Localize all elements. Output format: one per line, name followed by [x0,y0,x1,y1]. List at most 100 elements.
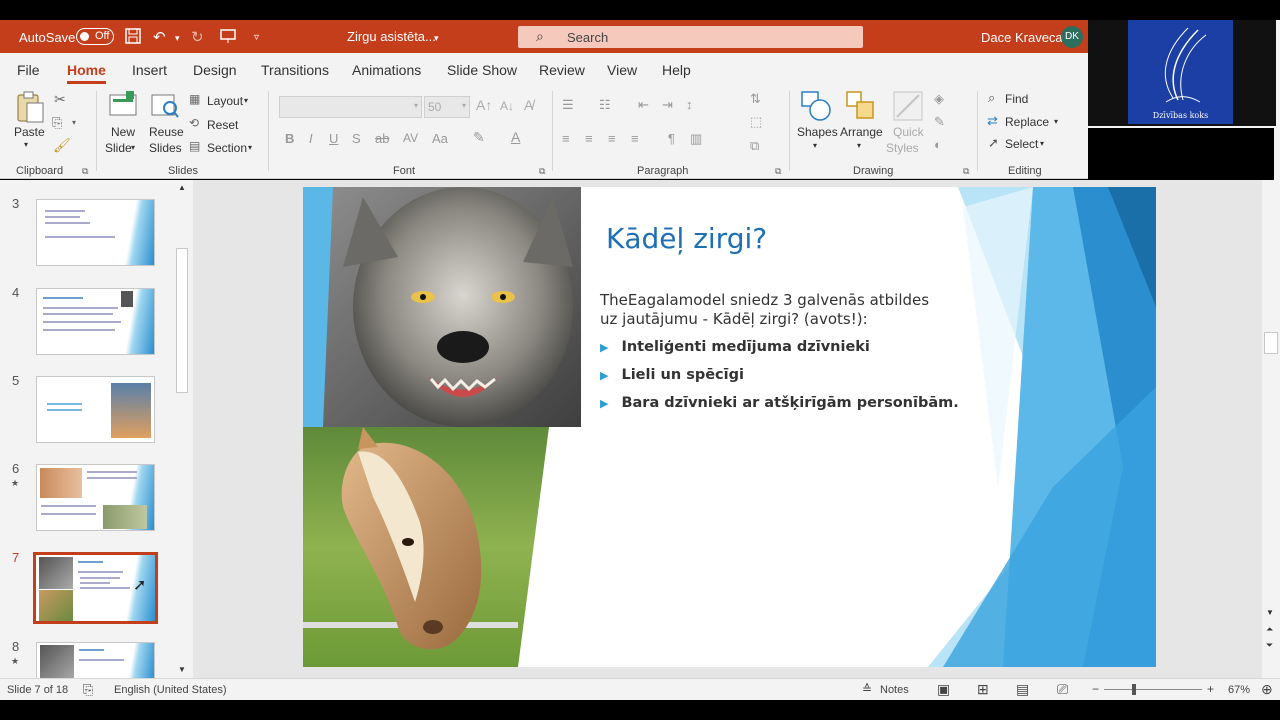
zoom-level[interactable]: 67% [1228,684,1250,696]
select-button[interactable]: Select [1005,137,1038,151]
highlight-icon[interactable]: ✎ [473,129,485,146]
change-case-icon[interactable]: Aa [432,131,448,146]
zoom-out-icon[interactable]: − [1092,682,1099,696]
previous-slide-icon[interactable]: ⏶ [1266,624,1273,635]
reuse-slides-label-2[interactable]: Slides [149,141,182,155]
tab-view[interactable]: View [607,62,637,78]
layout-button[interactable]: Layout [207,94,243,108]
search-box[interactable]: ⌕ Search [518,26,863,48]
reading-view-icon[interactable]: ▤ [1016,681,1029,698]
slide-body-text[interactable]: TheEagalamodel sniedz 3 galvenās atbilde… [600,291,945,329]
new-slide-icon[interactable] [108,90,138,123]
align-center-icon[interactable]: ≡ [585,131,593,146]
slide[interactable]: Kādēļ zirgi? TheEagalamodel sniedz 3 gal… [303,187,1156,667]
line-spacing-icon[interactable]: ↕ [686,97,693,112]
layout-dropdown-icon[interactable]: ▾ [244,96,248,105]
section-icon[interactable]: ▤ [189,139,200,153]
tab-transitions[interactable]: Transitions [261,62,329,78]
section-button[interactable]: Section [207,141,247,155]
save-icon[interactable] [125,28,141,48]
tab-home[interactable]: Home [67,62,106,84]
find-button[interactable]: Find [1005,92,1028,106]
slide-thumbnail-7[interactable]: ➚ [31,550,160,626]
underline-icon[interactable]: U [329,131,338,146]
undo-icon[interactable]: ↶ [153,28,166,46]
canvas-scrollbar[interactable]: ▼ ⏶ ⏷ [1262,180,1280,678]
clipboard-launcher-icon[interactable]: ⧉ [82,166,88,177]
accessibility-icon[interactable]: ⎘ [83,682,93,698]
shapes-dropdown-icon[interactable]: ▾ [813,141,817,150]
new-slide-label-2[interactable]: Slide [105,141,132,155]
strikethrough-icon[interactable]: ab [375,131,389,146]
bullet-item[interactable]: ▶ Inteliģenti medījuma dzīvnieki [600,339,870,355]
paste-button[interactable]: Paste [14,125,45,139]
language-label[interactable]: English (United States) [114,684,227,696]
quick-styles-label-2[interactable]: Styles [886,141,919,155]
zoom-slider[interactable] [1104,689,1202,690]
slideshow-view-icon[interactable]: ⎚ [1057,681,1068,698]
canvas-scrollbar-thumb[interactable] [1264,332,1278,354]
new-slide-dropdown-icon[interactable]: ▾ [131,143,135,152]
redo-icon[interactable]: ↻ [191,28,204,46]
align-text-icon[interactable]: ⬚ [750,114,762,130]
bullet-item[interactable]: ▶ Lieli un spēcīgi [600,367,744,383]
italic-icon[interactable]: I [309,131,313,146]
replace-button[interactable]: Replace [1005,115,1049,129]
paste-dropdown-icon[interactable]: ▾ [24,140,28,149]
text-direction-icon[interactable]: ¶ [668,131,675,146]
reset-icon[interactable]: ⟲ [189,116,199,130]
quick-styles-label-1[interactable]: Quick [893,125,924,139]
autosave-toggle[interactable]: Off [76,28,114,45]
zoom-slider-thumb[interactable] [1132,684,1136,695]
bullets-icon[interactable]: ☰ [562,97,574,113]
shape-fill-icon[interactable]: ◈ [934,91,944,107]
cut-icon[interactable]: ✂ [54,91,66,108]
copy-dropdown-icon[interactable]: ▾ [72,118,76,127]
font-size-select[interactable]: 50 ▾ [424,96,470,118]
scroll-up-icon[interactable]: ▲ [178,183,186,192]
slide-thumbnail-8[interactable] [36,642,155,682]
user-name[interactable]: Dace Kraveca [981,30,1063,45]
layout-icon[interactable]: ▦ [189,92,200,106]
character-spacing-icon[interactable]: AV [403,131,418,145]
scroll-down-icon[interactable]: ▼ [1266,608,1274,617]
document-title[interactable]: Zirgu asistēta... [347,29,436,44]
find-icon[interactable]: ⌕ [988,90,995,106]
drawing-launcher-icon[interactable]: ⧉ [963,166,969,177]
smartart-icon[interactable]: ⧉ [750,138,759,154]
fit-to-window-icon[interactable]: ⊕ [1261,681,1273,698]
undo-dropdown-icon[interactable]: ▾ [175,33,180,44]
tab-insert[interactable]: Insert [132,62,167,78]
tab-design[interactable]: Design [193,62,237,78]
tab-review[interactable]: Review [539,62,585,78]
tab-slide-show[interactable]: Slide Show [447,62,517,78]
font-family-select[interactable]: ▾ [279,96,422,118]
doc-title-dropdown-icon[interactable]: ▾ [434,33,439,44]
customize-qat-icon[interactable]: ▿ [254,32,259,43]
new-slide-label-1[interactable]: New [111,125,135,139]
bullet-item[interactable]: ▶ Bara dzīvnieki ar atšķirīgām personībām… [600,395,959,411]
format-painter-icon[interactable]: 🖌 [53,137,71,154]
tab-animations[interactable]: Animations [352,62,421,78]
tab-help[interactable]: Help [662,62,691,78]
replace-icon[interactable]: ⇄ [987,113,998,129]
select-cursor-icon[interactable]: ➚ [988,135,999,151]
paste-icon[interactable] [15,90,45,127]
font-color-icon[interactable]: A [511,129,520,145]
reuse-slides-icon[interactable] [150,90,180,123]
slide-title[interactable]: Kādēļ zirgi? [606,222,767,255]
scroll-down-icon[interactable]: ▼ [178,665,186,674]
zoom-in-icon[interactable]: + [1207,682,1214,696]
normal-view-icon[interactable]: ▣ [937,681,950,698]
reset-button[interactable]: Reset [207,118,238,132]
bold-icon[interactable]: B [285,131,294,146]
notes-button[interactable]: Notes [880,684,909,696]
select-dropdown-icon[interactable]: ▾ [1040,139,1044,148]
arrange-dropdown-icon[interactable]: ▾ [857,141,861,150]
increase-font-icon[interactable]: A↑ [476,97,492,113]
shape-outline-icon[interactable]: ✎ [934,114,945,130]
align-right-icon[interactable]: ≡ [608,131,616,146]
decrease-indent-icon[interactable]: ⇤ [638,97,649,113]
shapes-button[interactable]: Shapes [797,125,838,139]
text-direction-vertical-icon[interactable]: ⇅ [750,91,761,107]
